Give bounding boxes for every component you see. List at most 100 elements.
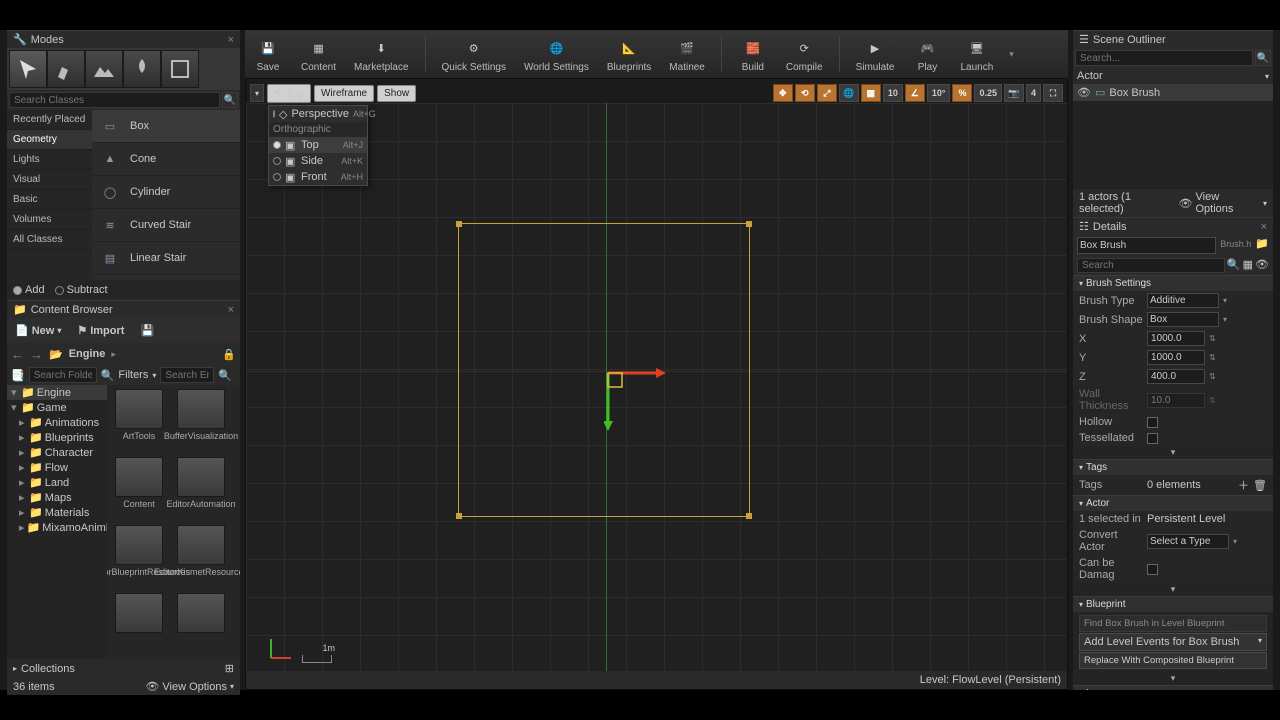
forward-button[interactable]: →: [30, 347, 43, 362]
marketplace-button[interactable]: ⬇Marketplace: [352, 33, 410, 75]
cat-all-classes[interactable]: All Classes: [7, 230, 92, 250]
viewport[interactable]: ▾ ↖Top Wireframe Show ✥ ⟲ ⤢ 🌐 ▦ 10 ∠ 10°…: [245, 78, 1068, 690]
new-button[interactable]: 📄New▾: [11, 322, 65, 339]
search-assets-input[interactable]: [160, 367, 214, 383]
hollow-checkbox[interactable]: [1147, 417, 1158, 428]
blueprints-button[interactable]: 📐Blueprints: [605, 33, 653, 75]
tree-item[interactable]: ▸📁MixamoAnimPac: [7, 520, 107, 535]
prim-box[interactable]: ▭Box: [92, 110, 240, 143]
scene-outliner-tab[interactable]: ☰ Scene Outliner: [1073, 30, 1273, 48]
prim-curved-stair[interactable]: ≋Curved Stair: [92, 209, 240, 242]
save-all-button[interactable]: 💾: [136, 322, 158, 339]
asset-folder[interactable]: [173, 593, 229, 655]
grid-snap-button[interactable]: ▦: [861, 84, 881, 102]
save-button[interactable]: 💾Save: [251, 33, 285, 75]
find-in-level-bp-button[interactable]: Find Box Brush in Level Blueprint: [1079, 615, 1267, 632]
brush-shape-select[interactable]: Box: [1147, 312, 1219, 327]
cat-lights[interactable]: Lights: [7, 150, 92, 170]
grid-snap-value[interactable]: 10: [883, 84, 903, 102]
menu-front[interactable]: ▣FrontAlt+H: [269, 169, 367, 185]
outliner-search-input[interactable]: [1075, 50, 1253, 66]
damage-checkbox[interactable]: [1147, 564, 1158, 575]
angle-snap-button[interactable]: ∠: [905, 84, 925, 102]
tree-item[interactable]: ▸📁Blueprints: [7, 430, 107, 445]
viewport-options-dropdown[interactable]: ▾: [250, 84, 264, 102]
compile-button[interactable]: ⟳Compile: [784, 33, 825, 75]
brush-type-select[interactable]: Additive: [1147, 293, 1219, 308]
cat-geometry[interactable]: Geometry: [7, 130, 92, 150]
clear-tags-icon[interactable]: 🗑: [1253, 479, 1267, 492]
mode-place-icon[interactable]: [9, 50, 47, 88]
view-options-button[interactable]: View Options: [162, 681, 227, 693]
expand-more[interactable]: ▾: [1073, 446, 1273, 459]
transform-rotate-button[interactable]: ⟲: [795, 84, 815, 102]
modes-tab[interactable]: 🔧 Modes ×: [7, 30, 240, 48]
tree-item[interactable]: ▸📁Land: [7, 475, 107, 490]
asset-folder[interactable]: ArtTools: [111, 389, 167, 451]
expand-more[interactable]: ▾: [1073, 672, 1273, 685]
tree-engine[interactable]: ▾📁Engine: [7, 385, 107, 400]
launch-button[interactable]: 🖥Launch: [958, 33, 995, 75]
cat-recently-placed[interactable]: Recently Placed: [7, 110, 92, 130]
scale-snap-value[interactable]: 0.25: [974, 84, 1002, 102]
tessellated-checkbox[interactable]: [1147, 433, 1158, 444]
details-tab[interactable]: ☷ Details ×: [1073, 217, 1273, 235]
outliner-columns[interactable]: Actor ▾: [1073, 68, 1273, 84]
back-button[interactable]: ←: [11, 347, 24, 362]
search-folders-input[interactable]: [29, 367, 97, 383]
cat-visual[interactable]: Visual: [7, 170, 92, 190]
show-button[interactable]: Show: [377, 85, 416, 102]
prim-cylinder[interactable]: ◯Cylinder: [92, 176, 240, 209]
close-icon[interactable]: ×: [228, 34, 234, 46]
matrix-icon[interactable]: ▦: [1243, 258, 1253, 273]
section-tags[interactable]: Tags: [1073, 459, 1273, 475]
level-name[interactable]: FlowLevel (Persistent): [952, 674, 1061, 686]
collections-header[interactable]: ▸ Collections ⊞: [7, 659, 240, 678]
subtract-radio[interactable]: Subtract: [55, 284, 108, 296]
content-browser-tab[interactable]: 📁 Content Browser ×: [7, 300, 240, 318]
add-collection-icon[interactable]: ⊞: [225, 662, 234, 675]
menu-top[interactable]: ▣TopAlt+J: [269, 137, 367, 153]
menu-perspective[interactable]: ◇PerspectiveAlt+G: [269, 106, 367, 122]
viewmode-button[interactable]: Wireframe: [314, 85, 374, 102]
matinee-button[interactable]: 🎬Matinee: [667, 33, 707, 75]
mode-landscape-icon[interactable]: [85, 50, 123, 88]
outliner-item-box-brush[interactable]: 👁 ▭ Box Brush: [1073, 84, 1273, 101]
tree-item[interactable]: ▸📁Character: [7, 445, 107, 460]
content-button[interactable]: ▦Content: [299, 33, 338, 75]
section-layers[interactable]: Layers: [1073, 685, 1273, 690]
mode-foliage-icon[interactable]: [123, 50, 161, 88]
coord-space-button[interactable]: 🌐: [839, 84, 859, 102]
transform-translate-button[interactable]: ✥: [773, 84, 793, 102]
scale-snap-button[interactable]: %: [952, 84, 972, 102]
camera-speed-icon[interactable]: 📷: [1004, 84, 1024, 102]
section-brush-settings[interactable]: Brush Settings: [1073, 275, 1273, 291]
eye-icon[interactable]: 👁: [1077, 86, 1091, 99]
expand-more[interactable]: ▾: [1073, 583, 1273, 596]
world-settings-button[interactable]: 🌐World Settings: [522, 33, 591, 75]
maximize-viewport-button[interactable]: ⛶: [1043, 84, 1063, 102]
play-button[interactable]: 🎮Play: [910, 33, 944, 75]
cat-volumes[interactable]: Volumes: [7, 210, 92, 230]
asset-folder[interactable]: EditorKismetResources: [173, 525, 229, 587]
viewport-grid[interactable]: [246, 103, 1067, 671]
details-search-input[interactable]: [1077, 258, 1225, 273]
search-icon[interactable]: 🔍: [218, 369, 232, 382]
camera-speed-value[interactable]: 4: [1026, 84, 1041, 102]
section-actor[interactable]: Actor: [1073, 495, 1273, 511]
locate-icon[interactable]: 📁: [1255, 237, 1269, 254]
breadcrumb[interactable]: Engine: [69, 348, 106, 360]
y-input[interactable]: [1147, 350, 1205, 365]
asset-folder[interactable]: EditorAutomation: [173, 457, 229, 519]
prim-linear-stair[interactable]: ▤Linear Stair: [92, 242, 240, 275]
search-icon[interactable]: 🔍: [222, 92, 238, 108]
quick-settings-button[interactable]: ⚙Quick Settings: [440, 33, 508, 75]
transform-scale-button[interactable]: ⤢: [817, 84, 837, 102]
replace-blueprint-button[interactable]: Replace With Composited Blueprint: [1079, 652, 1267, 669]
selected-level[interactable]: Persistent Level: [1147, 513, 1225, 525]
tree-item[interactable]: ▸📁Flow: [7, 460, 107, 475]
menu-side[interactable]: ▣SideAlt+K: [269, 153, 367, 169]
close-icon[interactable]: ×: [228, 304, 234, 316]
viewtype-button[interactable]: ↖Top: [267, 84, 311, 103]
add-level-events-button[interactable]: Add Level Events for Box Brush▾: [1079, 633, 1267, 651]
